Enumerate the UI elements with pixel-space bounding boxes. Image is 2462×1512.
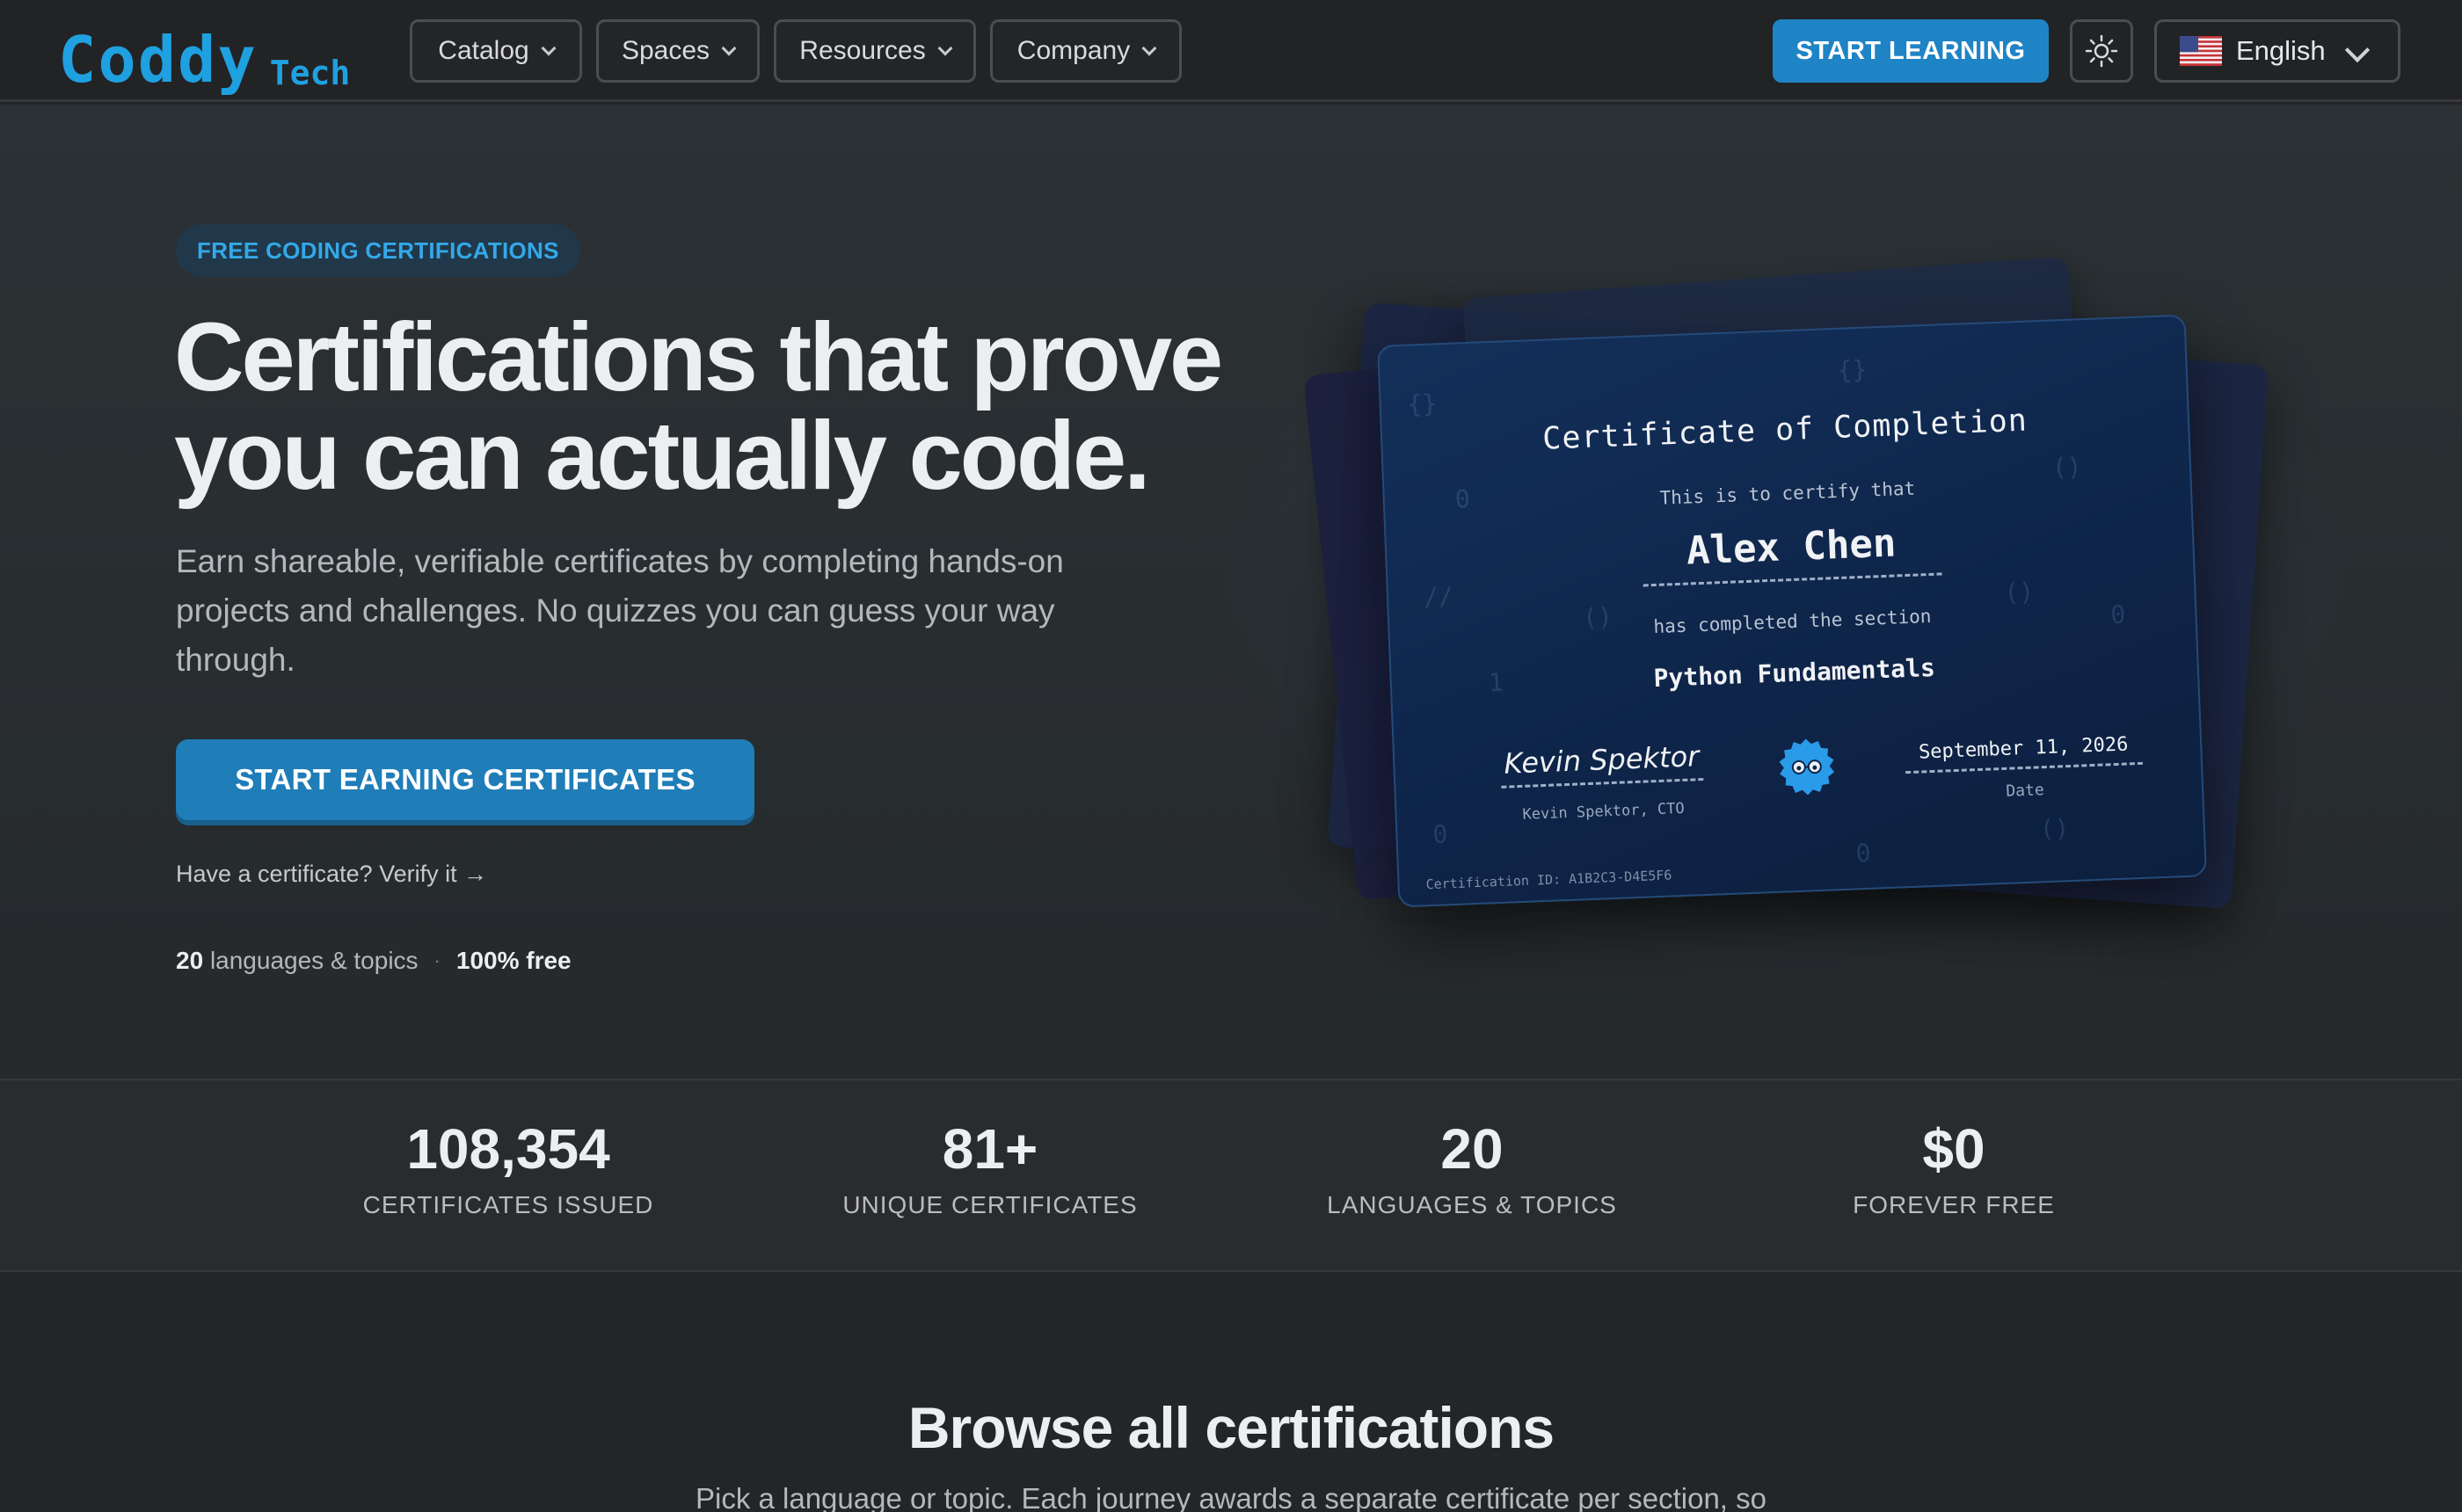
date-caption: Date bbox=[2005, 781, 2045, 801]
nav-menu-company[interactable]: Company bbox=[990, 19, 1182, 83]
certificate-completion-text: has completed the section bbox=[1653, 605, 1932, 638]
topics-count-text: 20 languages & topics bbox=[176, 947, 419, 975]
stat-value: $0 bbox=[1922, 1117, 1985, 1181]
stat-label: CERTIFICATES ISSUED bbox=[362, 1191, 654, 1218]
stat-forever-free: $0 FOREVER FREE bbox=[1769, 1121, 2138, 1219]
topics-count-label: languages & topics bbox=[209, 947, 419, 974]
nav-menu-resources[interactable]: Resources bbox=[774, 19, 976, 83]
stat-label: LANGUAGES & TOPICS bbox=[1327, 1191, 1617, 1218]
nav-menu-spaces[interactable]: Spaces bbox=[596, 19, 760, 83]
nav-menu-label: Spaces bbox=[621, 36, 710, 65]
hero-meta: 20 languages & topics · 100% free bbox=[176, 947, 572, 975]
logo-wordmark: Coddy bbox=[58, 23, 258, 97]
nav-menu-label: Company bbox=[1016, 36, 1131, 65]
chevron-down-icon bbox=[1141, 40, 1157, 56]
chevron-down-icon bbox=[541, 40, 557, 56]
certificate-date: September 11, 2026 bbox=[1904, 732, 2144, 774]
hero-badge: FREE CODING CERTIFICATIONS bbox=[176, 224, 580, 277]
code-glyph-decoration: 0 bbox=[1431, 819, 1448, 849]
us-flag-icon bbox=[2180, 36, 2222, 66]
hero-headline: Certifications that prove you can actual… bbox=[174, 303, 1223, 510]
chevron-down-icon bbox=[2344, 37, 2371, 63]
coddy-mascot-seal-icon bbox=[1779, 738, 1835, 796]
top-navbar: Coddy Tech Catalog Spaces Resources Comp… bbox=[0, 0, 2462, 102]
code-glyph-decoration: {} bbox=[1836, 354, 1868, 385]
stat-value: 81+ bbox=[942, 1117, 1038, 1181]
stat-value: 108,354 bbox=[406, 1117, 610, 1181]
browse-section-title: Browse all certifications bbox=[907, 1395, 1555, 1460]
start-earning-certificates-button[interactable]: START EARNING CERTIFICATES bbox=[176, 739, 754, 820]
chevron-down-icon bbox=[937, 40, 953, 56]
certificate-intro: This is to certify that bbox=[1659, 477, 1916, 509]
code-glyph-decoration: {} bbox=[1407, 389, 1438, 419]
language-selector[interactable]: English bbox=[2154, 19, 2400, 83]
hero-section: FREE CODING CERTIFICATIONS Certification… bbox=[0, 105, 2462, 1079]
meta-separator: · bbox=[433, 949, 441, 971]
signature-caption: Kevin Spektor, CTO bbox=[1522, 799, 1686, 824]
nav-menu-catalog[interactable]: Catalog bbox=[410, 19, 582, 83]
stat-languages-topics: 20 LANGUAGES & TOPICS bbox=[1287, 1121, 1657, 1219]
stat-label: FOREVER FREE bbox=[1853, 1191, 2055, 1218]
logo-suffix: Tech bbox=[269, 54, 351, 92]
theme-toggle-button[interactable] bbox=[2070, 19, 2133, 83]
certificate-recipient: Alex Chen bbox=[1641, 519, 1942, 587]
language-label: English bbox=[2236, 35, 2326, 66]
free-label: 100% free bbox=[455, 947, 572, 974]
topics-count: 20 bbox=[176, 947, 204, 974]
certificate-id: Certification ID: A1B2C3-D4E5F6 bbox=[1425, 867, 1672, 893]
stat-value: 20 bbox=[1440, 1117, 1504, 1181]
certificate-preview: {} 0 // 1 () () 0 () {} 0 0 () Certifica… bbox=[1377, 314, 2207, 908]
stat-label: UNIQUE CERTIFICATES bbox=[842, 1191, 1138, 1218]
hero-subtext: Earn shareable, verifiable certificates … bbox=[176, 543, 1064, 678]
code-glyph-decoration: () bbox=[2039, 813, 2071, 844]
browse-section-subtitle: Pick a language or topic. Each journey a… bbox=[695, 1482, 1766, 1512]
verify-certificate-link[interactable]: Have a certificate? Verify it → bbox=[176, 861, 487, 888]
stat-unique-certificates: 81+ UNIQUE CERTIFICATES bbox=[805, 1121, 1175, 1219]
code-glyph-decoration: 0 bbox=[1855, 838, 1872, 869]
nav-menu-label: Resources bbox=[799, 36, 926, 65]
stats-bar: 108,354 CERTIFICATES ISSUED 81+ UNIQUE C… bbox=[0, 1079, 2462, 1272]
code-glyph-decoration: // bbox=[1423, 581, 1454, 613]
certificate-signature: Kevin Spektor bbox=[1499, 739, 1704, 789]
stat-certificates-issued: 108,354 CERTIFICATES ISSUED bbox=[324, 1121, 693, 1219]
coddy-tech-logo[interactable]: Coddy Tech bbox=[58, 12, 350, 91]
certificate-course: Python Fundamentals bbox=[1653, 652, 1936, 694]
sun-icon bbox=[2085, 34, 2118, 68]
nav-menu-label: Catalog bbox=[438, 36, 529, 65]
chevron-down-icon bbox=[721, 40, 737, 56]
start-learning-button[interactable]: START LEARNING bbox=[1773, 19, 2049, 83]
